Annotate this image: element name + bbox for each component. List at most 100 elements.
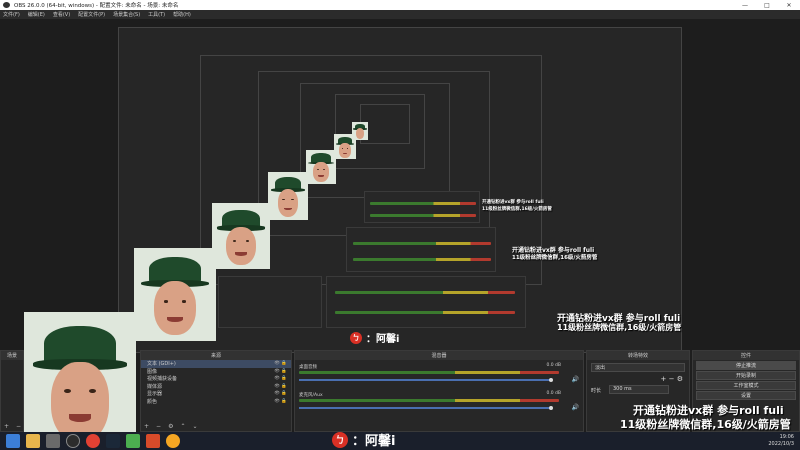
volume-slider[interactable]: [299, 379, 551, 381]
nested-meter-4: [353, 258, 491, 261]
nested-meter-2: [335, 311, 515, 314]
file-explorer-icon[interactable]: [26, 434, 40, 448]
preview-canvas[interactable]: 开通钻粉进vx群 参与roll fuli 11级粉丝牌微信群,16级/火箭房管 …: [0, 19, 800, 450]
scenes-toolbar: + −: [1, 421, 23, 431]
track-db: 0.0 dB: [546, 391, 561, 396]
title-bar: OBS 26.0.0 (64-bit, windows) - 配置文件: 未命名…: [0, 0, 800, 10]
mixer-dock-title: 混音器: [295, 351, 583, 360]
track-name: 桌面音频: [299, 365, 317, 370]
app-icon[interactable]: [46, 434, 60, 448]
webcam-face-4: [268, 172, 308, 220]
maximize-button[interactable]: □: [756, 0, 778, 10]
overlay-line2: 11级粉丝牌微信群,16级/火箭房管: [620, 418, 791, 431]
sources-toolbar: + − ⚙ ⌃ ⌄: [141, 421, 291, 431]
menu-view[interactable]: 查看(V): [53, 11, 70, 18]
nested-mixer-dock-2: [346, 227, 496, 272]
logo-text: ：阿馨i: [352, 434, 396, 449]
volume-knob[interactable]: [549, 378, 553, 382]
volume-meter: [299, 399, 559, 402]
remove-scene-icon[interactable]: −: [16, 423, 21, 430]
track-name: 麦克风/Aux: [299, 393, 323, 398]
transitions-dock-title: 转场特效: [587, 351, 689, 360]
menu-edit[interactable]: 编辑(E): [28, 11, 45, 18]
source-settings-icon[interactable]: ⚙: [168, 423, 173, 430]
webcam-face-2: [134, 248, 216, 341]
logo-icon: ㄅ: [350, 331, 362, 344]
studio-mode-button[interactable]: 工作室模式: [696, 381, 796, 390]
sources-dock: 来源 文本 (GDI+) 👁 🔒 图像 👁 🔒 视频捕获设备 👁 🔒 媒体源 👁 🔒 显…: [140, 350, 292, 432]
menu-file[interactable]: 文件(F): [3, 11, 20, 18]
window-controls: — □ ✕: [734, 0, 800, 10]
nested-mixer-dock-3: [364, 191, 480, 223]
volume-knob[interactable]: [549, 406, 553, 410]
app-icon[interactable]: [126, 434, 140, 448]
clock-time: 19:06: [779, 434, 794, 440]
track-db: 0.0 dB: [546, 363, 561, 368]
volume-meter: [299, 371, 559, 374]
mixer-track-desktop: 桌面音频 0.0 dB 🔊: [299, 363, 579, 385]
transition-select[interactable]: 淡出: [591, 363, 685, 372]
minimize-button[interactable]: —: [734, 0, 756, 10]
nested-meter-3: [353, 242, 491, 245]
webcam-face-3: [212, 203, 270, 269]
move-down-icon[interactable]: ⌄: [192, 423, 197, 430]
windows-start-icon[interactable]: [6, 434, 20, 448]
nested-sources-dock: [218, 276, 322, 328]
transition-add-remove[interactable]: + − ⚙: [661, 375, 683, 383]
nested-meter-1: [335, 291, 515, 294]
source-item[interactable]: 视频捕获设备 👁 🔒: [141, 375, 291, 383]
nested-meter-5: [370, 202, 476, 205]
nested-overlay-line2-b: 11级粉丝牌微信群,16级/火箭房管: [512, 255, 598, 261]
clock-date: 2022/10/3: [768, 441, 794, 447]
menu-tools[interactable]: 工具(T): [148, 11, 165, 18]
start-recording-button[interactable]: 开始录制: [696, 371, 796, 380]
speaker-icon[interactable]: 🔊: [572, 404, 579, 411]
chrome-icon[interactable]: [86, 434, 100, 448]
app-icon[interactable]: [166, 434, 180, 448]
close-button[interactable]: ✕: [778, 0, 800, 10]
obs-logo-icon: [3, 2, 10, 8]
volume-slider[interactable]: [299, 407, 551, 409]
move-up-icon[interactable]: ⌃: [180, 423, 185, 430]
source-item[interactable]: 显示器 👁 🔒: [141, 390, 291, 398]
stop-streaming-button[interactable]: 停止推流: [696, 361, 796, 370]
mixer-track-mic: 麦克风/Aux 0.0 dB 🔊: [299, 391, 579, 413]
controls-dock-title: 控件: [693, 351, 799, 360]
menu-scene-collection[interactable]: 场景集合(S): [113, 11, 140, 18]
nested-logo: ㄅ ：阿馨i: [350, 330, 399, 345]
duration-input[interactable]: 300 ms: [609, 385, 669, 394]
system-tray-clock[interactable]: 19:06 2022/10/3: [768, 434, 794, 448]
obs-window: OBS 26.0.0 (64-bit, windows) - 配置文件: 未命名…: [0, 0, 800, 450]
scenes-dock-title: 场景: [1, 351, 23, 360]
duration-label: 时长: [591, 388, 602, 394]
remove-source-icon[interactable]: −: [156, 423, 161, 430]
steam-icon[interactable]: [106, 434, 120, 448]
webcam-face-7: [352, 122, 368, 140]
nested-overlay-line2: 11级粉丝牌微信群,16级/火箭房管: [557, 323, 682, 332]
obs-icon[interactable]: [66, 434, 80, 448]
menu-help[interactable]: 帮助(H): [173, 11, 191, 18]
window-title: OBS 26.0.0 (64-bit, windows) - 配置文件: 未命名…: [14, 3, 179, 9]
nested-mixer-dock: [326, 276, 526, 328]
nested-overlay-line2-c: 11级粉丝牌微信群,16级/火箭房管: [482, 207, 552, 212]
webcam-face-5: [306, 150, 336, 184]
source-item[interactable]: 媒体源 👁 🔒: [141, 383, 291, 391]
nested-overlay-line1-c: 开通钻粉进vx群 参与roll fuli: [482, 200, 544, 205]
source-item[interactable]: 图像 👁 🔒: [141, 368, 291, 376]
menu-bar: 文件(F) 编辑(E) 查看(V) 配置文件(P) 场景集合(S) 工具(T) …: [0, 10, 800, 19]
overlay-logo: ㄅ ：阿馨i: [332, 430, 395, 449]
source-item[interactable]: 颜色 👁 🔒: [141, 398, 291, 406]
nested-meter-6: [370, 214, 476, 217]
speaker-icon[interactable]: 🔊: [572, 376, 579, 383]
app-icon[interactable]: [146, 434, 160, 448]
logo-icon: ㄅ: [332, 431, 348, 448]
settings-button[interactable]: 设置: [696, 391, 796, 400]
scenes-dock: 场景 + −: [0, 350, 24, 432]
menu-profile[interactable]: 配置文件(P): [78, 11, 105, 18]
webcam-face-large: [24, 312, 136, 450]
mixer-dock: 混音器 桌面音频 0.0 dB 🔊 麦克风/Aux 0.0 dB 🔊: [294, 350, 584, 432]
source-item[interactable]: 文本 (GDI+) 👁 🔒: [141, 360, 291, 368]
sources-dock-title: 来源: [141, 351, 291, 360]
add-scene-icon[interactable]: +: [4, 423, 9, 430]
add-source-icon[interactable]: +: [144, 423, 149, 430]
